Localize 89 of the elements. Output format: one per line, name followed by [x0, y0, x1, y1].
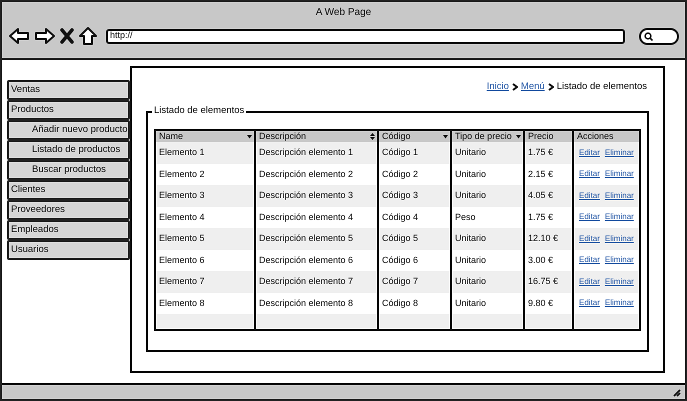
column-header[interactable]: Descripción — [255, 130, 378, 142]
table-cell: Descripción elemento 7 — [255, 271, 378, 292]
menu-item[interactable]: Clientes — [7, 180, 130, 200]
table-cell: 1.75 € — [524, 142, 573, 164]
delete-link[interactable]: Eliminar — [604, 211, 634, 224]
dropdown-icon — [443, 134, 448, 138]
window-title: A Web Page — [316, 6, 372, 20]
table-cell: Código 7 — [378, 271, 451, 292]
table-cell: Código 6 — [378, 250, 451, 271]
dropdown-icon — [516, 134, 521, 138]
table-cell: Código 8 — [378, 292, 451, 314]
edit-link[interactable]: Editar — [579, 190, 600, 202]
dropdown-icon — [247, 134, 252, 138]
delete-link[interactable]: Eliminar — [604, 276, 634, 288]
forward-icon[interactable] — [34, 27, 56, 45]
menu-item[interactable]: Usuarios — [7, 240, 130, 260]
menu-item[interactable]: Productos — [7, 100, 130, 120]
sort-icon — [370, 133, 375, 140]
delete-link[interactable]: Eliminar — [604, 297, 634, 310]
table-cell: Unitario — [451, 292, 524, 314]
table-cell: Descripción elemento 3 — [255, 185, 378, 206]
chevron-icon — [512, 83, 518, 91]
breadcrumb-link[interactable]: Menú — [520, 80, 545, 94]
menu-item[interactable]: Ventas — [7, 80, 130, 100]
column-header[interactable]: Acciones — [573, 130, 640, 142]
breadcrumb-current: Listado de elementos — [556, 80, 647, 94]
table-cell: 4.05 € — [524, 185, 573, 206]
edit-link[interactable]: Editar — [579, 232, 600, 245]
table-cell: Descripción elemento 4 — [255, 206, 378, 228]
table-cell: Elemento 8 — [155, 292, 255, 314]
submenu-item[interactable]: Listado de productos — [7, 140, 130, 160]
table-cell: Descripción elemento 8 — [255, 292, 378, 314]
chevron-icon — [548, 83, 554, 91]
table-cell: 2.15 € — [524, 164, 573, 185]
breadcrumb-link[interactable]: Inicio — [486, 80, 509, 94]
close-icon[interactable] — [60, 28, 74, 44]
table-cell: Unitario — [451, 185, 524, 206]
table-cell: Descripción elemento 2 — [255, 164, 378, 185]
table-cell: 1.75 € — [524, 206, 573, 228]
table-cell: Elemento 1 — [155, 142, 255, 164]
table-cell: Descripción elemento 1 — [255, 142, 378, 164]
table-cell: Elemento 3 — [155, 185, 255, 206]
column-header[interactable]: Precio — [524, 130, 573, 142]
table-cell: Unitario — [451, 271, 524, 292]
delete-link[interactable]: Eliminar — [604, 190, 634, 202]
table-cell: 3.00 € — [524, 250, 573, 271]
table-cell: 12.10 € — [524, 228, 573, 250]
table-cell: Código 5 — [378, 228, 451, 250]
home-icon[interactable] — [78, 26, 98, 46]
table-cell: Peso — [451, 206, 524, 228]
edit-link[interactable]: Editar — [579, 146, 600, 159]
table-cell: Unitario — [451, 250, 524, 271]
table-cell: 9.80 € — [524, 292, 573, 314]
edit-link[interactable]: Editar — [579, 254, 600, 266]
table-cell: Elemento 5 — [155, 228, 255, 250]
table-cell: Código 4 — [378, 206, 451, 228]
edit-link[interactable]: Editar — [579, 276, 600, 288]
delete-link[interactable]: Eliminar — [604, 168, 634, 180]
menu-item[interactable]: Empleados — [7, 220, 130, 240]
table-cell: Unitario — [451, 164, 524, 185]
table-cell: Código 3 — [378, 185, 451, 206]
table-cell: Elemento 7 — [155, 271, 255, 292]
table-cell: Elemento 4 — [155, 206, 255, 228]
table-cell: Unitario — [451, 142, 524, 164]
table-cell: Código 1 — [378, 142, 451, 164]
submenu-item[interactable]: Buscar productos — [7, 160, 130, 180]
table-cell: Elemento 2 — [155, 164, 255, 185]
table-cell: Descripción elemento 5 — [255, 228, 378, 250]
address-field[interactable]: http:// — [106, 28, 625, 44]
edit-link[interactable]: Editar — [579, 168, 600, 180]
table-cell: Descripción elemento 6 — [255, 250, 378, 271]
table-cell: 16.75 € — [524, 271, 573, 292]
submenu-item[interactable]: Añadir nuevo producto — [7, 120, 130, 140]
resize-grip-icon[interactable] — [671, 387, 681, 397]
table-cell: Elemento 6 — [155, 250, 255, 271]
edit-link[interactable]: Editar — [579, 211, 600, 224]
edit-link[interactable]: Editar — [579, 297, 600, 310]
delete-link[interactable]: Eliminar — [604, 254, 634, 266]
delete-link[interactable]: Eliminar — [604, 232, 634, 245]
back-icon[interactable] — [8, 27, 30, 45]
column-header[interactable]: Tipo de precio — [451, 130, 524, 142]
table-cell: Código 2 — [378, 164, 451, 185]
column-header[interactable]: Código — [378, 130, 451, 142]
column-header[interactable]: Name — [155, 130, 255, 142]
delete-link[interactable]: Eliminar — [604, 146, 634, 159]
search-field[interactable] — [639, 28, 679, 44]
table-cell: Unitario — [451, 228, 524, 250]
menu-item[interactable]: Proveedores — [7, 200, 130, 220]
search-icon — [644, 32, 653, 40]
